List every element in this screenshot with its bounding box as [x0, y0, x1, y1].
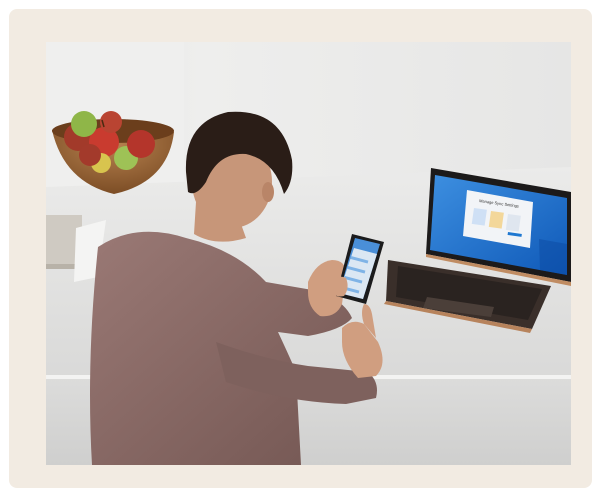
product-photo: Manage Sync Settings	[46, 42, 571, 465]
